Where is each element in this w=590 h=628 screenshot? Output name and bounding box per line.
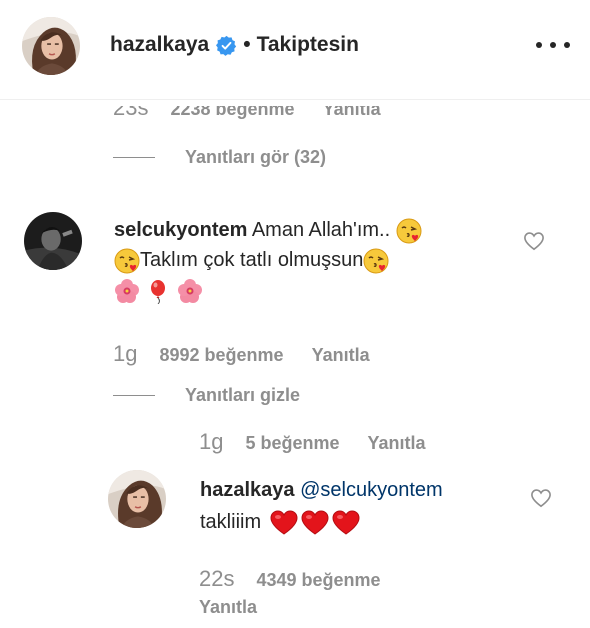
reply-time: 1g xyxy=(199,429,224,454)
balloon-emoji-icon xyxy=(146,278,172,304)
follow-status-button[interactable]: Takiptesin xyxy=(257,33,359,57)
avatar[interactable] xyxy=(108,470,166,528)
hide-replies-label: Yanıtları gizle xyxy=(185,385,301,405)
reply-meta-second-line: Yanıtla xyxy=(199,597,257,618)
red-heart-emoji-icon xyxy=(301,510,329,536)
red-heart-emoji-icon xyxy=(270,510,298,536)
comment-time: 1g xyxy=(113,341,138,366)
header-username[interactable]: hazalkaya xyxy=(110,33,209,57)
comment-text-line2: Taklım çok tatlı olmuşsun xyxy=(140,249,364,271)
comment-likes[interactable]: 2238 beğenme xyxy=(170,106,294,120)
reply-button[interactable]: Yanıtla xyxy=(368,433,426,454)
verified-badge-icon xyxy=(216,35,237,56)
header-info: hazalkaya • Takiptesin xyxy=(110,33,359,57)
hibiscus-emoji-icon xyxy=(114,278,140,304)
mention-link[interactable]: @selcukyontem xyxy=(300,479,443,501)
avatar[interactable] xyxy=(24,212,82,270)
kiss-emoji-icon xyxy=(363,248,389,274)
post-header: hazalkaya • Takiptesin xyxy=(0,0,590,100)
comment-username[interactable]: selcukyontem xyxy=(114,219,247,241)
red-heart-emoji-icon xyxy=(332,510,360,536)
prev-comment-meta: 23s 2238 beğenme Yanıtla xyxy=(113,106,381,126)
hibiscus-emoji-icon xyxy=(177,278,203,304)
reply-meta: 22s 4349 beğenme xyxy=(199,566,409,592)
reply-time: 22s xyxy=(199,566,235,591)
reply-username[interactable]: hazalkaya xyxy=(200,479,295,501)
reply-button[interactable]: Yanıtla xyxy=(312,345,370,366)
reply-likes[interactable]: 5 beğenme xyxy=(245,433,339,454)
reply-likes[interactable]: 4349 beğenme xyxy=(256,570,380,591)
reply-meta: 1g 5 beğenme Yanıtla xyxy=(199,429,426,455)
comment-text-line1: Aman Allah'ım.. xyxy=(251,219,391,241)
comment-time: 23s xyxy=(113,106,149,120)
comment-likes[interactable]: 8992 beğenme xyxy=(159,345,283,366)
divider-line xyxy=(113,395,155,396)
kiss-emoji-icon xyxy=(396,218,422,244)
avatar[interactable] xyxy=(22,17,80,75)
view-replies-button[interactable]: Yanıtları gör (32) xyxy=(113,147,326,168)
kiss-emoji-icon xyxy=(114,248,140,274)
view-replies-label: Yanıtları gör (32) xyxy=(185,147,327,167)
reply-button[interactable]: Yanıtla xyxy=(199,597,257,618)
separator-dot: • xyxy=(243,33,251,56)
comment-body: selcukyontem Aman Allah'ım.. Taklım çok … xyxy=(114,215,494,305)
reply-text: takliiim xyxy=(200,511,262,533)
reply-button[interactable]: Yanıtla xyxy=(323,106,381,120)
comment-meta: 1g 8992 beğenme Yanıtla xyxy=(113,341,370,367)
more-options-icon[interactable] xyxy=(536,40,570,50)
like-heart-icon[interactable] xyxy=(523,231,545,251)
reply-body: hazalkaya @selcukyontem takliiim xyxy=(200,475,520,537)
like-heart-icon[interactable] xyxy=(530,488,552,508)
divider-line xyxy=(113,157,155,158)
hide-replies-button[interactable]: Yanıtları gizle xyxy=(113,385,300,406)
